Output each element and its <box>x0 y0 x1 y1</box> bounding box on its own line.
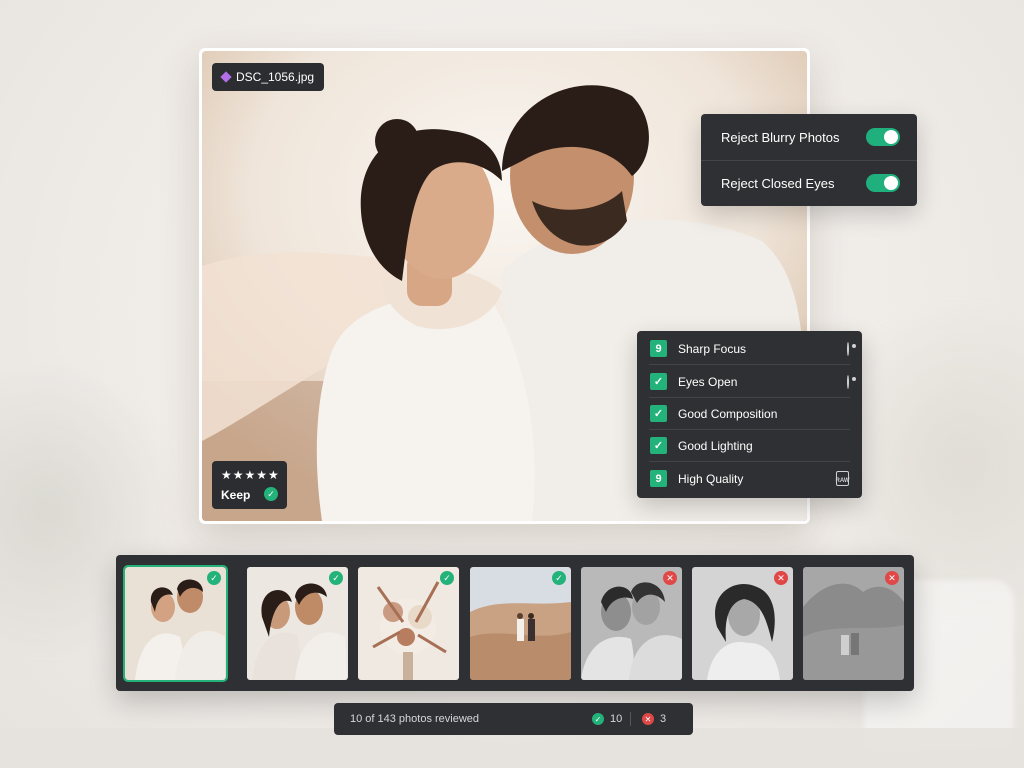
reject-closed-eyes-toggle[interactable] <box>866 174 900 192</box>
eye-icon[interactable] <box>847 374 849 389</box>
accepted-check-icon: ✓ <box>592 713 604 725</box>
check-badge: ✓ <box>650 437 667 454</box>
thumbnail-6[interactable]: ✕ <box>692 567 793 680</box>
score-badge: 9 <box>650 340 667 357</box>
keep-label: Keep <box>221 488 251 502</box>
reject-settings-panel: Reject Blurry Photos Reject Closed Eyes <box>701 114 917 206</box>
toggle-knob <box>884 130 898 144</box>
check-row-eyes-open: ✓ Eyes Open <box>637 365 862 398</box>
eye-icon[interactable] <box>847 341 849 356</box>
rejected-count: 3 <box>660 713 667 725</box>
thumbnail-5[interactable]: ✕ <box>581 567 682 680</box>
filmstrip: ✓ ✓ ✓ ✓ ✕ ✕ ✕ <box>116 555 914 691</box>
file-name-chip: DSC_1056.jpg <box>212 63 325 91</box>
check-label: Sharp Focus <box>678 341 747 356</box>
check-badge: ✓ <box>650 405 667 422</box>
thumbnail-4[interactable]: ✓ <box>470 567 571 680</box>
rejected-x-icon: ✕ <box>774 571 788 585</box>
thumbnail-3[interactable]: ✓ <box>358 567 459 680</box>
thumbnail-2[interactable]: ✓ <box>247 567 348 680</box>
toggle-label: Reject Blurry Photos <box>721 129 840 145</box>
rejected-x-icon: ✕ <box>642 713 654 725</box>
star-rating[interactable]: ★★★★★ <box>221 468 280 482</box>
toggle-label: Reject Closed Eyes <box>721 175 835 191</box>
file-name: DSC_1056.jpg <box>236 70 315 84</box>
review-status-bar: 10 of 143 photos reviewed ✓ 10 ✕ 3 <box>334 703 693 735</box>
toggle-row-reject-closed-eyes[interactable]: Reject Closed Eyes <box>701 160 917 206</box>
quality-checks-panel: 9 Sharp Focus ✓ Eyes Open ✓ Good Composi… <box>637 331 862 498</box>
accepted-count: 10 <box>610 713 623 725</box>
check-label: Eyes Open <box>678 374 738 389</box>
toggle-row-reject-blurry[interactable]: Reject Blurry Photos <box>701 114 917 161</box>
rejected-x-icon: ✕ <box>885 571 899 585</box>
accepted-check-icon: ✓ <box>552 571 566 585</box>
divider <box>630 712 631 726</box>
check-label: Good Composition <box>678 406 778 421</box>
check-label: High Quality <box>678 471 744 486</box>
file-diamond-icon <box>220 71 232 83</box>
check-badge: ✓ <box>650 373 667 390</box>
check-label: Good Lighting <box>678 438 753 453</box>
reject-blurry-toggle[interactable] <box>866 128 900 146</box>
keep-check-icon[interactable]: ✓ <box>264 487 278 501</box>
thumbnail-1[interactable]: ✓ <box>123 565 228 682</box>
check-row-good-lighting: ✓ Good Lighting <box>637 429 862 462</box>
check-row-high-quality: 9 High Quality RAW <box>637 462 862 495</box>
accepted-check-icon: ✓ <box>329 571 343 585</box>
accepted-check-icon: ✓ <box>207 571 221 585</box>
rating-box: ★★★★★ Keep ✓ <box>212 461 287 509</box>
thumbnail-7[interactable]: ✕ <box>803 567 904 680</box>
review-progress-text: 10 of 143 photos reviewed <box>350 713 480 725</box>
check-row-sharp-focus: 9 Sharp Focus <box>637 332 862 365</box>
rejected-x-icon: ✕ <box>663 571 677 585</box>
score-badge: 9 <box>650 470 667 487</box>
accepted-check-icon: ✓ <box>440 571 454 585</box>
toggle-knob <box>884 176 898 190</box>
check-row-good-composition: ✓ Good Composition <box>637 397 862 430</box>
raw-file-icon[interactable]: RAW <box>836 471 850 486</box>
